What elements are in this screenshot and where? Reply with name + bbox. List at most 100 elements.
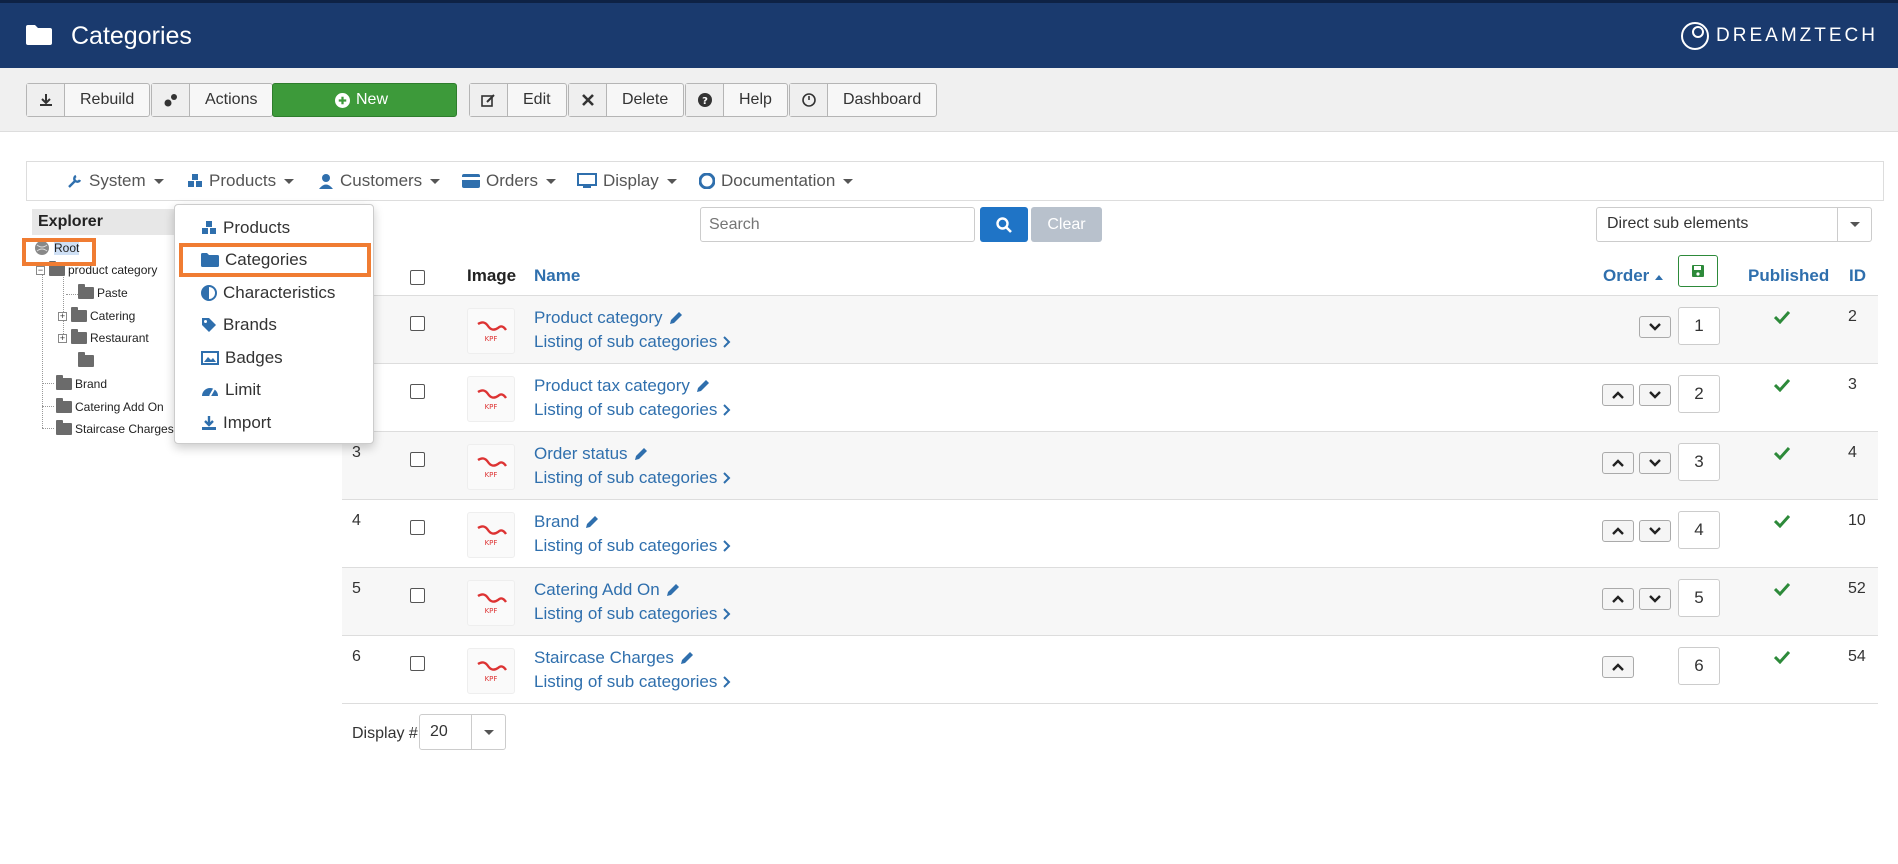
tree-node-brand[interactable]: Brand: [56, 375, 107, 393]
order-input[interactable]: 3: [1678, 443, 1720, 481]
row-checkbox[interactable]: [410, 520, 425, 535]
row-checkbox[interactable]: [410, 384, 425, 399]
column-published[interactable]: Published: [1748, 266, 1829, 286]
search-input[interactable]: [700, 207, 975, 242]
tree-node-restaurant[interactable]: + Restaurant: [58, 329, 149, 347]
move-down-button[interactable]: [1639, 452, 1671, 474]
sub-categories-link[interactable]: Listing of sub categories: [534, 536, 731, 556]
category-name-link[interactable]: Product category: [534, 308, 683, 328]
move-up-button[interactable]: [1602, 588, 1634, 610]
sub-categories-link[interactable]: Listing of sub categories: [534, 672, 731, 692]
expand-icon[interactable]: +: [58, 311, 67, 321]
expand-icon[interactable]: +: [58, 333, 67, 343]
table-row: 6 KPF Staircase Charges Listing of sub cate…: [342, 636, 1878, 704]
new-button[interactable]: New: [272, 83, 457, 117]
move-down-button[interactable]: [1639, 588, 1671, 610]
menu-item-products[interactable]: Products: [201, 215, 290, 241]
menu-item-import[interactable]: Import: [201, 410, 271, 436]
published-toggle[interactable]: [1773, 446, 1791, 465]
actions-button[interactable]: Actions: [151, 83, 274, 117]
order-input[interactable]: 5: [1678, 579, 1720, 617]
tree-node-unnamed[interactable]: [78, 352, 97, 370]
published-toggle[interactable]: [1773, 378, 1791, 397]
clear-button[interactable]: Clear: [1031, 207, 1102, 242]
category-name-link[interactable]: Product tax category: [534, 376, 710, 396]
menu-orders[interactable]: Orders: [462, 162, 556, 200]
edit-button[interactable]: Edit: [469, 83, 567, 117]
order-input[interactable]: 2: [1678, 375, 1720, 413]
collapse-icon[interactable]: −: [36, 265, 45, 275]
menu-item-badges[interactable]: Badges: [201, 345, 283, 371]
help-button[interactable]: ? Help: [685, 83, 788, 117]
published-toggle[interactable]: [1773, 582, 1791, 601]
menu-display[interactable]: Display: [577, 162, 677, 200]
row-checkbox[interactable]: [410, 656, 425, 671]
svg-text:KPF: KPF: [485, 675, 498, 683]
tree-node-staircase-charges[interactable]: Staircase Charges: [56, 420, 174, 438]
order-input[interactable]: 6: [1678, 647, 1720, 685]
category-name-link[interactable]: Catering Add On: [534, 580, 680, 600]
move-down-button[interactable]: [1639, 384, 1671, 406]
move-down-button[interactable]: [1639, 520, 1671, 542]
menu-system[interactable]: System: [67, 162, 164, 200]
sub-categories-link[interactable]: Listing of sub categories: [534, 604, 731, 624]
table-header: Image Name Order Published ID: [342, 258, 1878, 296]
column-id[interactable]: ID: [1849, 266, 1866, 286]
tree-node-paste[interactable]: Paste: [78, 284, 128, 302]
menu-item-limit[interactable]: Limit: [201, 377, 261, 403]
chevron-up-icon: [1612, 459, 1624, 467]
menu-item-brands[interactable]: Brands: [201, 312, 277, 338]
move-up-button[interactable]: [1602, 384, 1634, 406]
published-toggle[interactable]: [1773, 650, 1791, 669]
menu-products[interactable]: Products: [187, 162, 295, 200]
filter-select[interactable]: Direct sub elements: [1596, 207, 1872, 242]
menu-item-characteristics[interactable]: Characteristics: [201, 280, 335, 306]
column-name[interactable]: Name: [534, 266, 580, 286]
menu-item-categories[interactable]: Categories: [201, 247, 307, 273]
rebuild-button[interactable]: Rebuild: [26, 83, 151, 117]
folder-icon: [71, 329, 87, 344]
main-menu-bar: System Products Customers Orders Display…: [26, 161, 1884, 201]
tree-node-catering-add-on[interactable]: Catering Add On: [56, 398, 164, 416]
row-checkbox[interactable]: [410, 452, 425, 467]
check-icon: [1773, 310, 1791, 325]
menu-customers[interactable]: Customers: [318, 162, 441, 200]
monitor-icon: [577, 173, 597, 188]
category-name-link[interactable]: Staircase Charges: [534, 648, 694, 668]
move-up-button[interactable]: [1602, 520, 1634, 542]
move-up-button[interactable]: [1602, 452, 1634, 474]
category-thumbnail-logo: KPF: [477, 661, 507, 683]
order-input[interactable]: 4: [1678, 511, 1720, 549]
order-input[interactable]: 1: [1678, 307, 1720, 345]
move-down-button[interactable]: [1639, 316, 1671, 338]
published-toggle[interactable]: [1773, 310, 1791, 329]
published-toggle[interactable]: [1773, 514, 1791, 533]
category-image: KPF: [467, 512, 515, 558]
category-thumbnail-logo: KPF: [477, 389, 507, 411]
pencil-icon: [586, 515, 599, 528]
column-order[interactable]: Order: [1603, 266, 1664, 286]
chevron-up-icon: [1612, 595, 1624, 603]
dashboard-button[interactable]: Dashboard: [789, 83, 938, 117]
tree-node-catering[interactable]: + Catering: [58, 307, 135, 325]
row-id: 54: [1848, 648, 1866, 665]
row-checkbox[interactable]: [410, 588, 425, 603]
row-number: 3: [352, 444, 361, 461]
sub-categories-link[interactable]: Listing of sub categories: [534, 332, 731, 352]
sub-categories-link[interactable]: Listing of sub categories: [534, 468, 731, 488]
root-highlight: [22, 238, 96, 266]
category-name-link[interactable]: Order status: [534, 444, 648, 464]
delete-button[interactable]: Delete: [568, 83, 685, 117]
move-up-button[interactable]: [1602, 656, 1634, 678]
chevron-right-icon: [723, 676, 731, 688]
sub-categories-link[interactable]: Listing of sub categories: [534, 400, 731, 420]
category-name-link[interactable]: Brand: [534, 512, 599, 532]
menu-documentation[interactable]: Documentation: [699, 162, 854, 200]
row-id: 52: [1848, 580, 1866, 597]
chevron-right-icon: [723, 472, 731, 484]
search-button[interactable]: [980, 207, 1028, 242]
display-count-select[interactable]: 20: [419, 714, 506, 750]
select-all-checkbox[interactable]: [410, 270, 425, 285]
save-order-button[interactable]: [1678, 255, 1718, 287]
row-checkbox[interactable]: [410, 316, 425, 331]
